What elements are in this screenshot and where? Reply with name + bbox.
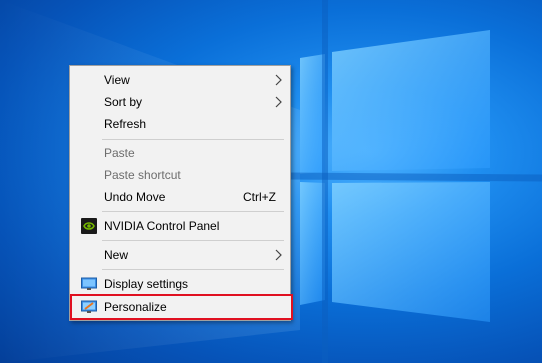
desktop-context-menu: View Sort by Refresh Paste Paste shortcu…: [69, 65, 293, 321]
menu-item-refresh[interactable]: Refresh: [72, 113, 288, 135]
personalize-icon: [81, 300, 97, 313]
menu-item-undo-move[interactable]: Undo Move Ctrl+Z: [72, 186, 288, 208]
menu-item-label: Paste: [104, 146, 135, 160]
menu-item-label: NVIDIA Control Panel: [104, 219, 220, 233]
menu-item-nvidia-control-panel[interactable]: NVIDIA Control Panel: [72, 215, 288, 237]
chevron-right-icon: [275, 249, 282, 261]
menu-item-view[interactable]: View: [72, 69, 288, 91]
menu-item-sort-by[interactable]: Sort by: [72, 91, 288, 113]
nvidia-icon: [81, 218, 97, 234]
menu-item-shortcut: Ctrl+Z: [243, 190, 276, 204]
chevron-right-icon: [275, 96, 282, 108]
menu-item-label: Display settings: [104, 277, 189, 291]
menu-separator: [102, 211, 284, 212]
menu-item-paste-shortcut[interactable]: Paste shortcut: [72, 164, 288, 186]
menu-item-personalize[interactable]: Personalize: [70, 294, 293, 320]
desktop-background[interactable]: View Sort by Refresh Paste Paste shortcu…: [0, 0, 542, 363]
menu-item-label: Refresh: [104, 117, 147, 131]
menu-separator: [102, 139, 284, 140]
menu-item-paste[interactable]: Paste: [72, 142, 288, 164]
menu-item-label: Paste shortcut: [104, 168, 181, 182]
display-icon: [81, 277, 97, 290]
menu-separator: [102, 240, 284, 241]
menu-item-label: Sort by: [104, 95, 143, 109]
menu-item-display-settings[interactable]: Display settings: [72, 273, 288, 295]
menu-item-new[interactable]: New: [72, 244, 288, 266]
menu-separator: [102, 269, 284, 270]
chevron-right-icon: [275, 74, 282, 86]
menu-item-label: View: [104, 73, 130, 87]
menu-item-label: Personalize: [104, 300, 167, 314]
menu-item-label: Undo Move: [104, 190, 166, 204]
menu-item-label: New: [104, 248, 129, 262]
